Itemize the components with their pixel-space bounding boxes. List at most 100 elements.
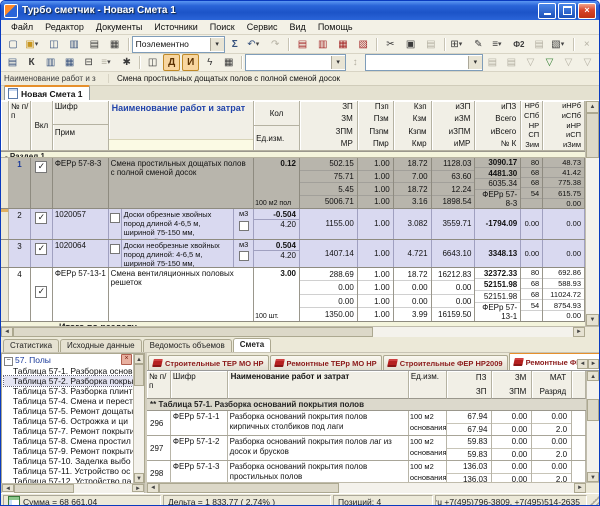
new-document-button[interactable]: ▢	[4, 36, 22, 53]
scroll-down-icon[interactable]: ▼	[587, 472, 599, 482]
col-nrb[interactable]: 80686854	[521, 268, 543, 321]
tree-item[interactable]: Таблица 57-9. Ремонт покрыти	[4, 446, 133, 456]
scroll-right-icon[interactable]: ►	[573, 327, 585, 337]
tree-button[interactable]: ⊟	[80, 54, 97, 71]
row-qty-cell[interactable]: 3.00 100 шт.	[254, 268, 300, 321]
name-bar-value[interactable]: Смена простильных дощатых полов с полной…	[109, 74, 599, 83]
tree-item-selected[interactable]: Таблица 57-2. Разборка покры	[4, 376, 133, 386]
redo-button[interactable]: ↷	[266, 36, 284, 53]
search-next-button[interactable]: ▥	[314, 36, 332, 53]
ref-row[interactable]: 296 ФЕРр 57-1-1 Разборка оснований покры…	[147, 411, 586, 436]
row-code[interactable]: ФЕРр 57-8-3	[53, 158, 109, 208]
ref-row[interactable]: 298 ФЕРр 57-1-3 Разборка оснований покры…	[147, 461, 586, 482]
col-total[interactable]: 3348.13	[475, 240, 521, 267]
undo-button[interactable]: ↶▾	[246, 36, 264, 53]
search-all-button[interactable]: ▧	[354, 36, 372, 53]
find-next-button[interactable]: ▤	[503, 54, 520, 71]
collapse-icon[interactable]: −	[4, 357, 13, 366]
close-button[interactable]: ×	[578, 3, 596, 19]
tree-item[interactable]: Таблица 57-11. Устройство ос	[4, 466, 133, 476]
col-total[interactable]: 32372.3352151.9852151.98ФЕРр 57-13-1	[475, 268, 521, 321]
scroll-thumb[interactable]	[134, 364, 144, 386]
copy-button[interactable]: ▣	[402, 36, 420, 53]
row-name[interactable]: Смена простильных дощатых полов с полной…	[109, 158, 255, 208]
tabs-scroll-right-icon[interactable]: ►	[588, 359, 599, 369]
tool-button[interactable]: ▤	[530, 36, 548, 53]
col-pzp[interactable]: 1.001.001.001.00	[358, 268, 394, 321]
scroll-up-icon[interactable]: ▲	[587, 371, 599, 381]
filter-clear-button[interactable]: ▽	[522, 54, 539, 71]
tabs-scroll-left-icon[interactable]: ◄	[577, 359, 588, 369]
menu-file[interactable]: Файл	[5, 22, 39, 32]
col-kzp[interactable]: 18.727.0018.723.16	[394, 158, 432, 208]
save-button[interactable]: ◫	[45, 36, 63, 53]
delete-button[interactable]: ×	[578, 36, 596, 53]
col-kzp[interactable]: 18.720.000.003.99	[394, 268, 432, 321]
col-izp[interactable]: 16212.830.000.0016159.50	[432, 268, 476, 321]
scroll-thumb[interactable]	[14, 484, 74, 493]
row-number[interactable]: 3	[9, 240, 31, 267]
col-pzp[interactable]: 1.001.001.001.00	[358, 158, 394, 208]
filter-off-button[interactable]: ▽	[579, 54, 596, 71]
estimate-row[interactable]: 4 ✓ ФЕРр 57-13-1 Смена вентиляционных по…	[1, 268, 585, 322]
col-inrb[interactable]: 48.7341.42775.38615.750.00	[543, 158, 585, 208]
row-qty-cell[interactable]: 0.12 100 м2 пол	[254, 158, 300, 208]
ref-horizontal-scrollbar[interactable]: ◄ ►	[147, 482, 599, 493]
tools-button[interactable]: ✱	[118, 54, 135, 71]
scroll-thumb[interactable]	[159, 483, 339, 493]
tree-item[interactable]: Таблица 57-1. Разборка основ	[4, 366, 133, 376]
menu-editor[interactable]: Редактор	[39, 22, 90, 32]
ref-group-row[interactable]: ** Таблица 57-1. Разборка оснований покр…	[147, 399, 586, 411]
row-name[interactable]: Смена вентиляционных половых решеток	[109, 268, 255, 321]
tree-item[interactable]: Таблица 57-4. Смена и перест	[4, 396, 133, 406]
menu-search[interactable]: Поиск	[204, 22, 241, 32]
col-zp[interactable]: 502.1575.715.455006.71	[300, 158, 358, 208]
row-code[interactable]: 1020057	[53, 209, 109, 239]
tab-statistics[interactable]: Статистика	[3, 339, 59, 352]
menu-documents[interactable]: Документы	[90, 22, 148, 32]
row-code[interactable]: ФЕРр 57-13-1	[53, 268, 109, 321]
scroll-up-icon[interactable]: ▲	[134, 354, 144, 364]
sum-button[interactable]: Σ	[226, 36, 244, 53]
edit-button[interactable]: ✎	[469, 36, 487, 53]
col-nrb[interactable]: 0.00	[521, 240, 543, 267]
tab-ter-mo[interactable]: Строительные ТЕР МО НР	[148, 355, 269, 370]
row-include-checkbox[interactable]: ✓	[35, 243, 47, 255]
menu-service[interactable]: Сервис	[241, 22, 284, 32]
grid-horizontal-scrollbar[interactable]: ◄ ►	[1, 326, 599, 337]
menu-view[interactable]: Вид	[284, 22, 312, 32]
row-number[interactable]: 2	[9, 209, 31, 239]
tree-item[interactable]: Таблица 57-6. Острожка и ци	[4, 416, 133, 426]
scroll-thumb[interactable]	[587, 399, 599, 421]
tab-fer-2009[interactable]: Строительные ФЕР НР2009	[383, 355, 508, 370]
quick-search-combo[interactable]: ▾	[245, 54, 345, 71]
tree-horizontal-scrollbar[interactable]: ◄ ►	[1, 483, 145, 493]
col-total[interactable]: -1794.09	[475, 209, 521, 239]
tree-item[interactable]: Таблица 57-3. Разборка плинт	[4, 386, 133, 396]
scroll-left-icon[interactable]: ◄	[147, 483, 159, 493]
qty[interactable]: -0.504	[254, 209, 299, 220]
col-pzp[interactable]: 1.00	[358, 240, 394, 267]
row-include-checkbox[interactable]: ✓	[35, 286, 47, 298]
tree-item[interactable]: Таблица 57-10. Заделка выбо	[4, 456, 133, 466]
col-nrb[interactable]: 0.00	[521, 209, 543, 239]
tab-terr-mo[interactable]: Ремонтные ТЕРр МО НР	[270, 355, 382, 370]
estimate-row[interactable]: 2 ✓ 1020057 Доски обрезные хвойных пород…	[1, 209, 585, 240]
estimate-row[interactable]: 3 ✓ 1020064 Доски необрезные хвойных пор…	[1, 240, 585, 268]
col-zp[interactable]: 1155.00	[300, 209, 358, 239]
scroll-up-icon[interactable]: ▲	[586, 101, 599, 113]
open-button[interactable]: ▣▾	[24, 36, 42, 53]
minimize-button[interactable]	[538, 3, 556, 19]
scroll-left-icon[interactable]: ◄	[2, 484, 14, 492]
tree-item[interactable]: Таблица 57-12. Устройство па	[4, 476, 133, 483]
columns-button[interactable]: ◫	[144, 54, 161, 71]
qty[interactable]: 0.504	[254, 240, 299, 251]
row-number[interactable]: 4	[9, 268, 31, 321]
col-kzp[interactable]: 4.721	[394, 240, 432, 267]
ref-vertical-scrollbar[interactable]: ▲	[586, 371, 599, 399]
pages-button[interactable]: ▥	[42, 54, 59, 71]
row-name[interactable]: Доски необрезные хвойных пород длиной: 4…	[122, 240, 233, 267]
view-mode-combo[interactable]: Поэлементно ▾	[132, 36, 225, 53]
panel-close-icon[interactable]: ×	[121, 354, 132, 365]
menu-help[interactable]: Помощь	[312, 22, 359, 32]
